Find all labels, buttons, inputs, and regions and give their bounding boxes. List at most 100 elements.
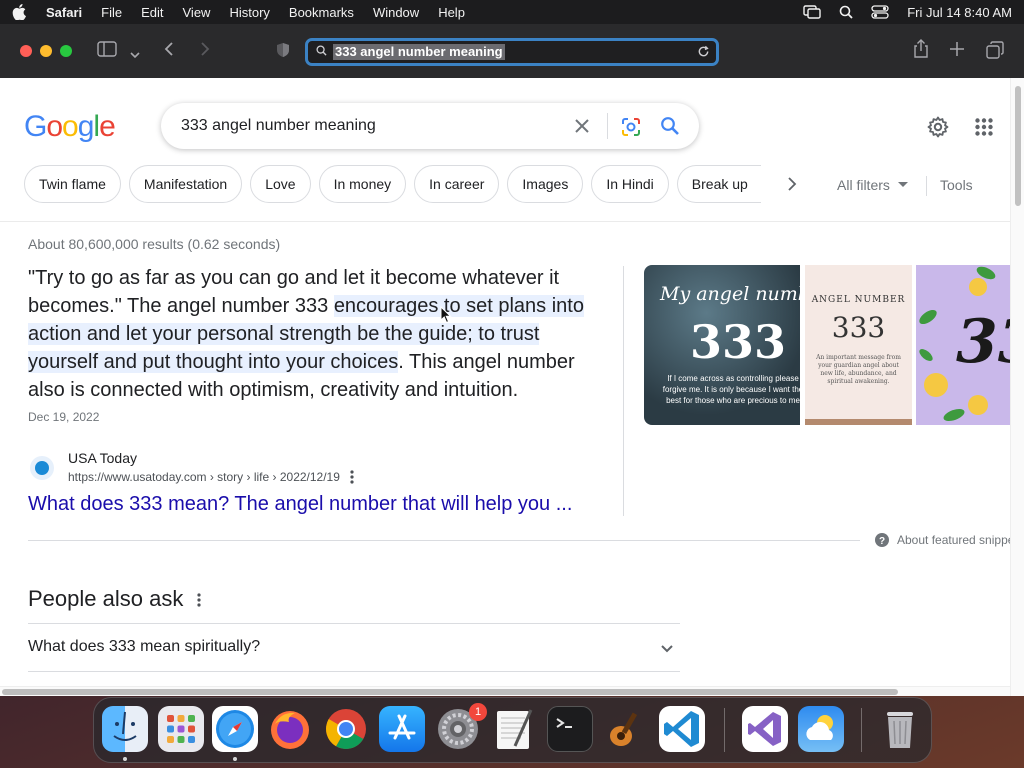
menu-app-name[interactable]: Safari [46,5,82,20]
chip-break-up[interactable]: Break up [676,165,761,203]
more-options-icon[interactable] [197,593,201,612]
search-query-input[interactable]: 333 angel number meaning [181,117,376,135]
menu-file[interactable]: File [101,5,122,20]
search-icon [316,43,327,61]
featured-snippet-text: "Try to go as far as you can go and let … [28,264,598,404]
menu-help[interactable]: Help [438,5,465,20]
window-controls [20,45,72,57]
notification-badge: 1 [469,703,487,721]
finder-icon[interactable] [102,706,148,752]
tools-button[interactable]: Tools [940,177,973,193]
chip-in-money[interactable]: In money [318,165,407,203]
source-site-name[interactable]: USA Today [68,450,137,466]
horizontal-scroll-thumb[interactable] [2,689,898,695]
horizontal-scrollbar[interactable] [0,686,1010,696]
app-store-icon[interactable] [379,706,425,752]
image-2-footer-bar [805,419,912,425]
logo-letter: g [77,110,95,143]
close-window-button[interactable] [20,45,32,57]
textedit-icon[interactable] [491,706,537,752]
forward-arrow-icon[interactable] [199,41,211,62]
garageband-icon[interactable] [603,706,649,752]
spotlight-search-icon[interactable] [839,5,853,19]
filters-divider [926,176,927,196]
vertical-scrollbar[interactable] [1010,78,1024,696]
result-image-2[interactable]: ANGEL NUMBER 333 An important message fr… [805,265,912,425]
tab-overview-icon[interactable] [986,41,1004,64]
result-title-link[interactable]: What does 333 mean? The angel number tha… [28,493,572,516]
chip-in-hindi[interactable]: In Hindi [591,165,669,203]
address-bar-text[interactable]: 333 angel number meaning [333,44,505,60]
minimize-window-button[interactable] [40,45,52,57]
menu-edit[interactable]: Edit [141,5,163,20]
safari-icon[interactable] [212,706,258,752]
logo-letter: G [24,110,47,143]
weather-icon[interactable] [798,706,844,752]
terminal-icon[interactable] [547,706,593,752]
new-tab-icon[interactable] [949,41,965,62]
chip-images[interactable]: Images [507,165,584,203]
more-options-icon[interactable] [350,470,354,489]
vscode-icon[interactable] [659,706,705,752]
chip-twin-flame[interactable]: Twin flame [24,165,121,203]
google-lens-icon[interactable] [620,116,642,143]
share-icon[interactable] [912,39,930,64]
launchpad-icon[interactable] [158,706,204,752]
help-icon: ? [875,533,889,547]
screen-mirroring-icon[interactable] [803,5,821,19]
menu-view[interactable]: View [183,5,211,20]
google-logo[interactable]: Google [24,110,116,144]
menu-bookmarks[interactable]: Bookmarks [289,5,354,20]
vertical-scroll-thumb[interactable] [1015,86,1021,206]
safari-running-indicator [233,757,237,761]
privacy-shield-icon[interactable] [276,42,290,63]
chip-love[interactable]: Love [250,165,311,203]
back-arrow-icon[interactable] [163,41,175,62]
image-1-caption: If I come across as controlling please f… [662,374,800,405]
svg-text:?: ? [879,536,885,547]
menu-window[interactable]: Window [373,5,419,20]
firefox-icon[interactable] [267,706,313,752]
chip-manifestation[interactable]: Manifestation [128,165,243,203]
snippet-date: Dec 19, 2022 [28,410,100,424]
chevron-right-icon[interactable] [784,176,800,197]
safari-toolbar: 333 angel number meaning [0,24,1024,78]
apple-menu-icon[interactable] [12,4,28,20]
control-center-icon[interactable] [871,5,889,19]
settings-gear-icon[interactable] [926,115,950,144]
all-filters-button[interactable]: All filters [837,177,908,193]
all-filters-label: All filters [837,177,890,193]
chip-in-career[interactable]: In career [414,165,500,203]
zoom-window-button[interactable] [60,45,72,57]
finder-running-indicator [123,757,127,761]
mouse-cursor-icon [440,305,452,329]
paa-question[interactable]: What does 333 mean spiritually? [28,638,260,656]
menu-clock[interactable]: Fri Jul 14 8:40 AM [907,5,1012,20]
google-search-box[interactable]: 333 angel number meaning [161,103,699,149]
dock [93,697,932,763]
about-featured-snippets-link[interactable]: ? About featured snippets [875,533,1010,547]
paa-divider [28,671,680,672]
source-url[interactable]: https://www.usatoday.com › story › life … [68,470,340,484]
sidebar-toggle-icon[interactable] [97,41,117,62]
google-apps-grid-icon[interactable] [975,118,993,141]
reload-icon[interactable] [697,45,710,63]
search-submit-icon[interactable] [660,116,680,141]
image-2-number: 333 [831,311,886,344]
visual-studio-icon[interactable] [742,706,788,752]
people-also-ask-heading: People also ask [28,586,184,611]
image-1-number: 333 [690,315,787,369]
usa-today-favicon[interactable] [30,456,54,480]
image-2-caption: An important message from your guardian … [816,354,901,385]
address-bar[interactable]: 333 angel number meaning [305,38,719,66]
chevron-down-icon[interactable] [660,641,674,659]
clear-search-icon[interactable] [572,116,592,141]
result-image-3[interactable]: 33 [916,265,1010,425]
dock-separator [724,708,725,752]
result-image-1[interactable]: My angel number is 333 If I come across … [644,265,800,425]
menu-history[interactable]: History [229,5,269,20]
trash-icon[interactable] [877,706,923,752]
chrome-icon[interactable] [323,706,369,752]
chevron-down-icon[interactable] [130,46,140,64]
image-3-number: 33 [956,307,1010,377]
